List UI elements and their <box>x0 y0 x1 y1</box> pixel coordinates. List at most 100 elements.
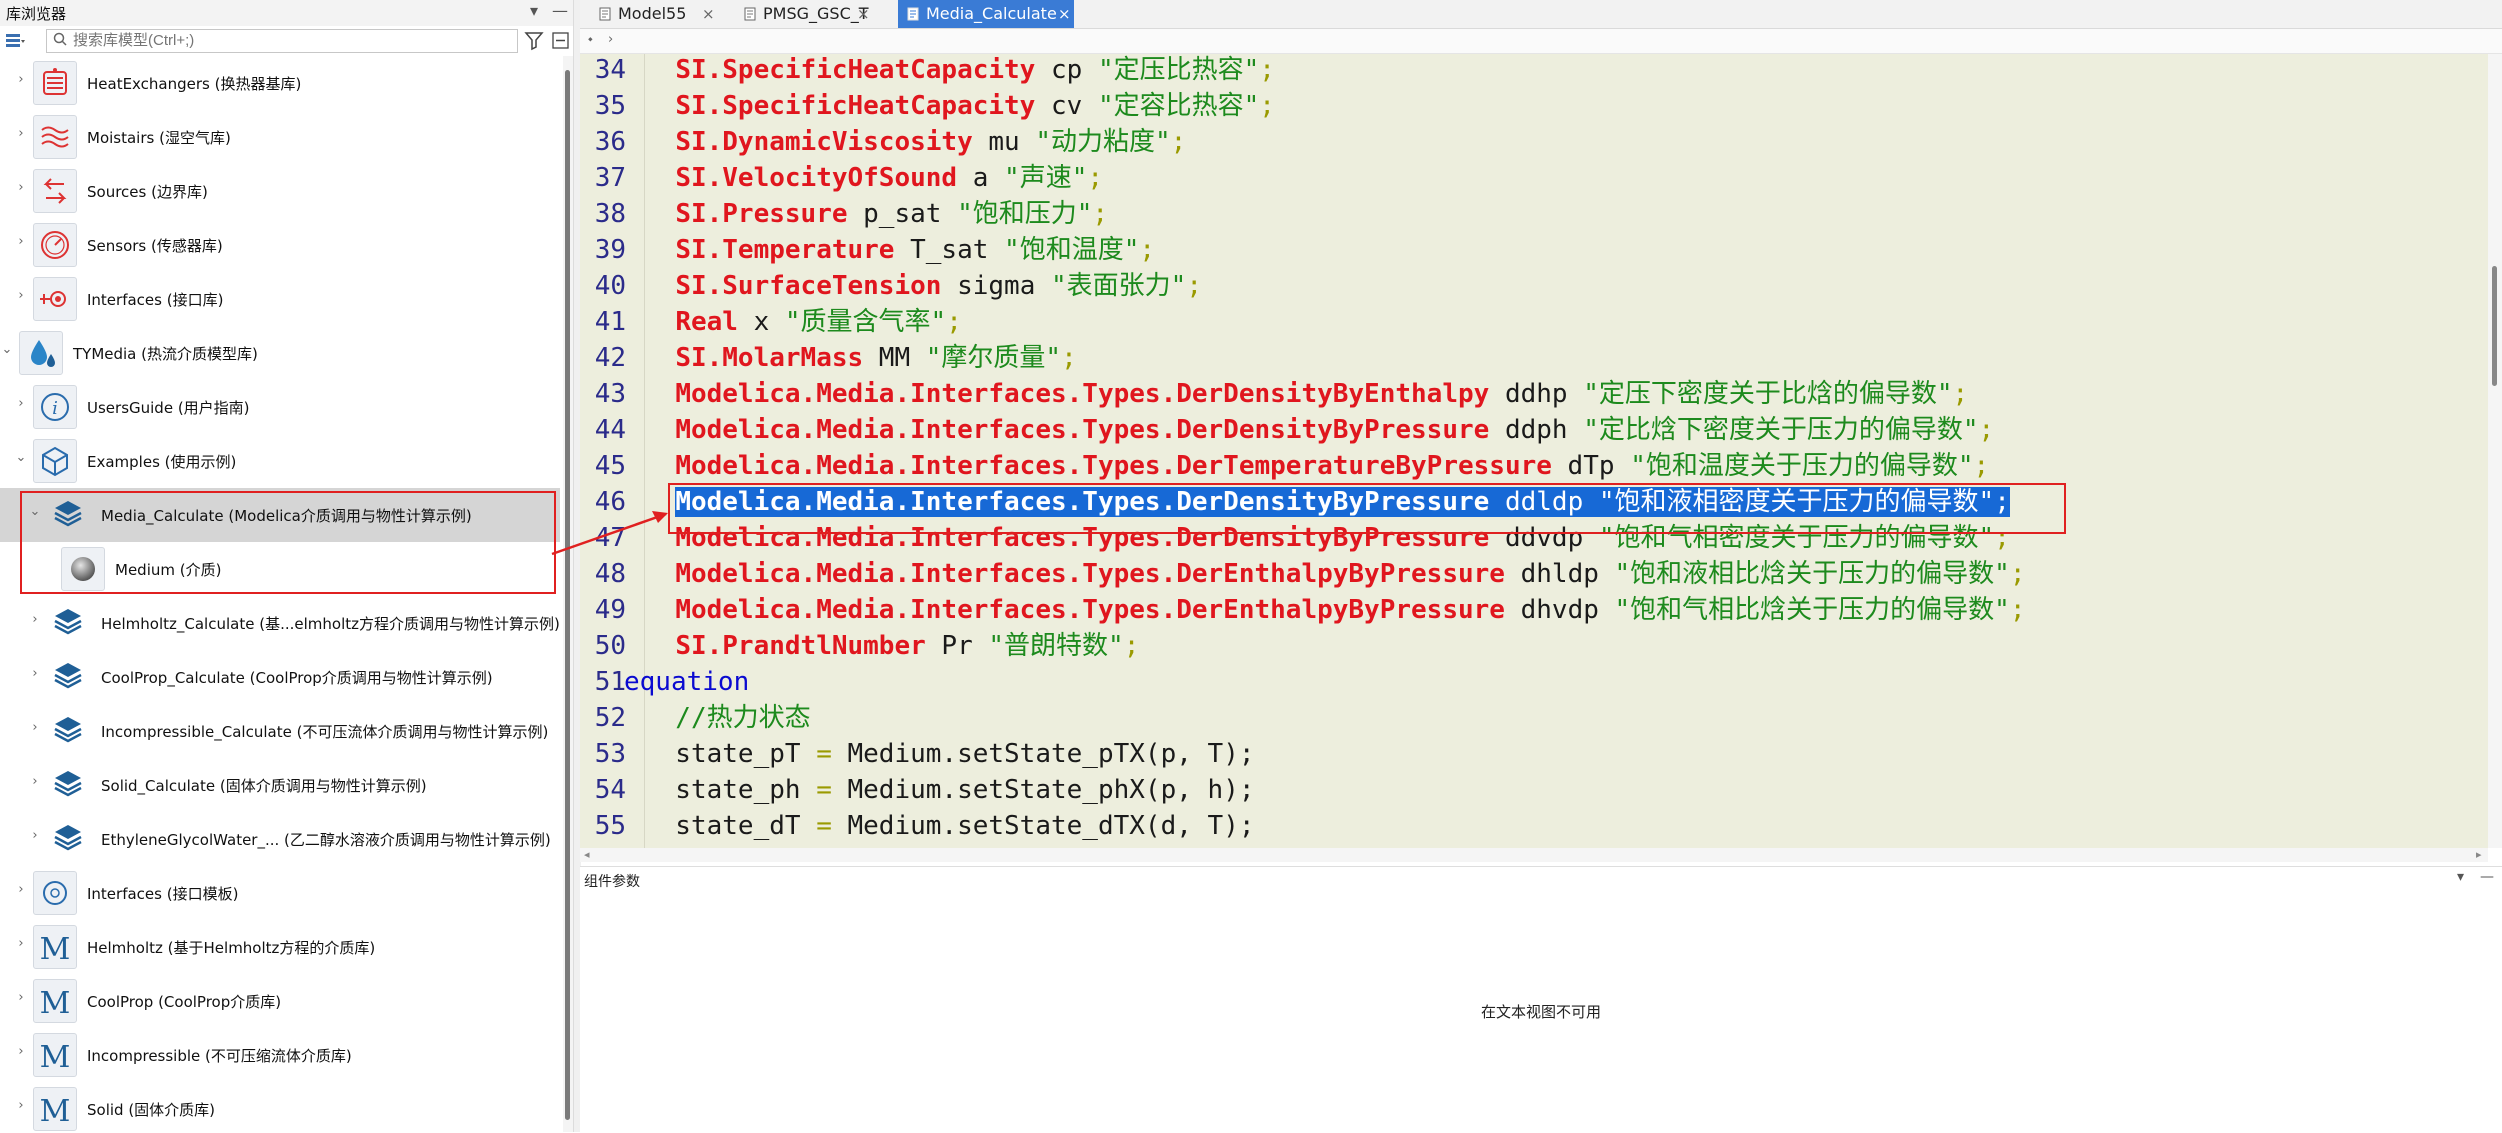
chevron-right-icon[interactable]: › <box>14 127 28 141</box>
line-number: 34 <box>594 55 626 85</box>
search-input[interactable] <box>73 31 503 50</box>
scrollbar-thumb[interactable] <box>565 70 570 1120</box>
close-icon[interactable]: × <box>1058 0 1071 28</box>
chevron-right-icon[interactable]: › <box>28 775 42 789</box>
interface-connector-icon <box>33 277 77 321</box>
tree-item-medium[interactable]: Medium (介质) <box>0 542 560 596</box>
description-string: "声速" <box>1004 163 1088 193</box>
tree-item-solid[interactable]: › M Solid (固体介质库) <box>0 1082 560 1132</box>
code-line: equation <box>624 664 749 700</box>
tree-item-coolprop[interactable]: › M CoolProp (CoolProp介质库) <box>0 974 560 1028</box>
chevron-right-icon[interactable]: › <box>14 73 28 87</box>
variable-name: ddph <box>1489 415 1584 445</box>
tree-item-label: Incompressible (不可压缩流体介质库) <box>87 1047 352 1065</box>
chevron-right-icon[interactable]: › <box>14 991 28 1005</box>
tree-item-media-calculate[interactable]: ⌄ Media_Calculate (Modelica介质调用与物性计算示例) <box>0 488 560 542</box>
tree-item-label: Medium (介质) <box>115 561 222 579</box>
type-name: Modelica.Media.Interfaces.Types.DerDensi… <box>675 487 1490 517</box>
view-list-icon[interactable] <box>4 30 26 52</box>
line-number: 55 <box>594 811 626 841</box>
tab-label: PMSG_GSC_T <box>763 4 869 23</box>
library-scrollbar[interactable] <box>563 56 573 1132</box>
code-line: state_ph = Medium.setState_phX(p, h); <box>644 772 1254 808</box>
tree-item-ethyleneglycolwater[interactable]: › EthyleneGlycolWater_... (乙二醇水溶液介质调用与物性… <box>0 812 560 866</box>
tree-item-coolprop-calculate[interactable]: › CoolProp_Calculate (CoolProp介质调用与物性计算示… <box>0 650 560 704</box>
chevron-right-icon[interactable]: › <box>14 235 28 249</box>
sensor-gauge-icon <box>33 223 77 267</box>
scrollbar-thumb[interactable] <box>2492 266 2497 386</box>
chevron-right-icon[interactable]: › <box>28 721 42 735</box>
component-parameters-panel: 组件参数 ▾ — 在文本视图不可用 <box>580 866 2502 1133</box>
semicolon: ; <box>1994 523 2010 553</box>
scroll-right-icon[interactable]: ▸ <box>2476 848 2482 861</box>
chevron-right-icon[interactable]: › <box>14 397 28 411</box>
tree-item-label: Solid (固体介质库) <box>87 1101 216 1119</box>
code-editor[interactable]: 34 35 36 37 38 39 40 41 42 43 44 45 46 47 48 49 50 51 52 53… <box>580 54 2488 848</box>
tab-media-calculate[interactable]: Media_Calculate × <box>898 0 1074 28</box>
description-string: "普朗特数" <box>988 631 1124 661</box>
tree-item-helmholtz-calculate[interactable]: › Helmholtz_Calculate (基...elmholtz方程介质调… <box>0 596 560 650</box>
tree-item-usersguide[interactable]: › i UsersGuide (用户指南) <box>0 380 560 434</box>
tree-item-tymedia[interactable]: ⌄ TYMedia (热流介质模型库) <box>0 326 560 380</box>
type-name: SI.MolarMass <box>675 343 864 373</box>
chevron-right-icon[interactable]: › <box>14 289 28 303</box>
tab-pmsg-gsc-t[interactable]: PMSG_GSC_T × <box>735 0 875 28</box>
variable-name: T_sat <box>894 235 1005 265</box>
close-icon[interactable]: × <box>702 0 715 28</box>
library-browser-panel: 库浏览器 ▾ — › HeatExchangers (换热器基库) › Mois… <box>0 0 573 1132</box>
type-name: Modelica.Media.Interfaces.Types.DerDensi… <box>675 415 1490 445</box>
panel-title: 组件参数 <box>584 874 640 890</box>
chevron-right-icon[interactable]: › <box>14 1099 28 1113</box>
chevron-down-icon[interactable]: ⌄ <box>28 505 42 519</box>
chevron-right-icon[interactable]: › <box>28 829 42 843</box>
chevron-right-icon[interactable]: › <box>14 937 28 951</box>
tree-item-incompressible[interactable]: › M Incompressible (不可压缩流体介质库) <box>0 1028 560 1082</box>
tree-item-solid-calculate[interactable]: › Solid_Calculate (固体介质调用与物性计算示例) <box>0 758 560 812</box>
tree-item-heatexchangers[interactable]: › HeatExchangers (换热器基库) <box>0 56 560 110</box>
tree-item-interfaces-template[interactable]: › Interfaces (接口模板) <box>0 866 560 920</box>
breadcrumb-home-icon[interactable]: ⬩ <box>588 32 593 47</box>
tab-label: Model55 <box>618 4 687 23</box>
tree-item-label: Examples (使用示例) <box>87 453 237 471</box>
chevron-right-icon[interactable]: › <box>14 883 28 897</box>
editor-vertical-scrollbar[interactable] <box>2488 54 2502 848</box>
chevron-down-icon[interactable]: ⌄ <box>0 343 14 357</box>
panel-menu-icon[interactable]: ▾ <box>2457 869 2464 885</box>
library-browser-titlebar: 库浏览器 ▾ — <box>0 0 573 26</box>
type-name: SI.VelocityOfSound <box>675 163 958 193</box>
tree-item-helmholtz[interactable]: › M Helmholtz (基于Helmholtz方程的介质库) <box>0 920 560 974</box>
tree-item-label: CoolProp_Calculate (CoolProp介质调用与物性计算示例) <box>101 669 493 687</box>
editor-horizontal-scrollbar[interactable]: ◂ ▸ <box>580 848 2488 862</box>
line-number: 50 <box>594 631 626 661</box>
tree-item-moistairs[interactable]: › Moistairs (湿空气库) <box>0 110 560 164</box>
line-number: 36 <box>594 127 626 157</box>
panel-menu-icon[interactable]: ▾ <box>530 1 538 20</box>
line-number: 42 <box>594 343 626 373</box>
line-number: 43 <box>594 379 626 409</box>
chevron-down-icon[interactable]: ⌄ <box>14 451 28 465</box>
panel-minimize-icon[interactable]: — <box>2480 869 2494 885</box>
layers-icon <box>47 493 91 537</box>
tree-item-sources[interactable]: › Sources (边界库) <box>0 164 560 218</box>
scroll-left-icon[interactable]: ◂ <box>584 848 590 861</box>
line-number: 49 <box>594 595 626 625</box>
document-icon <box>744 7 756 21</box>
modelica-m-icon: M <box>33 1033 77 1077</box>
library-search-field[interactable] <box>46 29 518 53</box>
chevron-right-icon[interactable]: › <box>14 181 28 195</box>
chevron-right-icon[interactable]: › <box>28 667 42 681</box>
tree-item-label: Incompressible_Calculate (不可压流体介质调用与物性计算… <box>101 723 549 741</box>
chevron-right-icon[interactable]: › <box>14 1045 28 1059</box>
tree-item-interfaces[interactable]: › Interfaces (接口库) <box>0 272 560 326</box>
tree-item-examples[interactable]: ⌄ Examples (使用示例) <box>0 434 560 488</box>
panel-minimize-icon[interactable]: — <box>552 1 568 20</box>
tree-item-sensors[interactable]: › Sensors (传感器库) <box>0 218 560 272</box>
layers-icon <box>47 601 91 645</box>
tree-item-incompressible-calculate[interactable]: › Incompressible_Calculate (不可压流体介质调用与物性… <box>0 704 560 758</box>
filter-icon[interactable] <box>524 30 546 52</box>
code-line: Real x "质量含气率"; <box>644 304 962 340</box>
chevron-right-icon[interactable]: › <box>28 613 42 627</box>
tab-model55[interactable]: Model55 × <box>590 0 725 28</box>
collapse-all-icon[interactable] <box>550 30 572 52</box>
close-icon[interactable]: × <box>857 0 870 28</box>
